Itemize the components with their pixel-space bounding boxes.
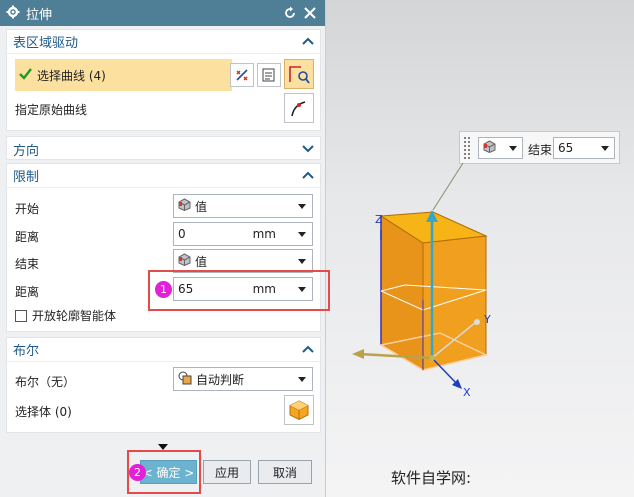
chevron-down-icon[interactable] [302,142,314,157]
chevron-down-icon [601,146,609,151]
value-cube-icon [483,140,496,156]
start-value: 值 [195,199,208,214]
section-title-boolean: 布尔 [13,344,40,359]
distance1-unit: mm [252,227,276,241]
chevron-down-icon [298,204,306,209]
section-title-limits: 限制 [13,170,40,185]
extrude-dialog: 拉伸 表区域驱动 选择曲线 (4) 指定原始曲线 方向 限制 开始 值 距离 0… [0,0,326,497]
specify-original-curve-label: 指定原始曲线 [15,103,88,117]
badge-2-text: 2 [134,466,141,479]
chevron-up-icon[interactable] [302,34,314,49]
distance2-label: 距离 [15,285,40,299]
reset-icon[interactable] [281,4,299,22]
curve-select-icon[interactable] [284,59,314,89]
select-body-button[interactable] [284,395,314,425]
axis-label-z: Z [375,213,383,226]
section-direction: 方向 [6,136,321,160]
apply-button-label: 应用 [214,465,239,480]
chevron-up-icon[interactable] [302,342,314,357]
boolean-infer-icon [178,371,192,388]
value-cube-icon [178,198,191,214]
checkmark-icon [19,67,32,83]
select-curve-label: 选择曲线 (4) [37,68,106,83]
chevron-up-icon[interactable] [302,168,314,183]
chevron-down-icon [298,232,306,237]
section-title-region-drive: 表区域驱动 [13,36,79,51]
start-label: 开始 [15,202,40,216]
gear-icon[interactable] [6,5,20,22]
float-end-label: 结束 [528,143,553,157]
start-combo[interactable]: 值 [173,194,313,218]
dialog-title: 拉伸 [26,7,53,23]
original-curve-button[interactable] [284,93,314,123]
section-header-limits[interactable]: 限制 [7,164,320,188]
chevron-down-icon [298,259,306,264]
select-body-label: 选择体 (0) [15,405,72,419]
section-header-region-drive[interactable]: 表区域驱动 [7,30,320,54]
grip-handle[interactable] [463,135,471,160]
distance1-input[interactable]: 0 mm [173,222,313,246]
boolean-combo[interactable]: 自动判断 [173,367,313,391]
boolean-label: 布尔（无） [15,375,76,389]
cancel-button-label: 取消 [272,465,297,480]
open-profile-checkbox[interactable] [15,309,27,322]
value-cube-icon [178,253,191,269]
sketch-section-button[interactable] [257,63,281,87]
section-title-direction: 方向 [13,143,40,159]
annotation-badge-2: 2 [129,464,146,481]
annotation-box-distance [148,270,330,311]
float-end-value: 65 [558,141,574,155]
badge-1-text: 1 [160,283,167,296]
end-value: 值 [195,254,208,269]
leader-line [432,162,464,211]
boolean-value: 自动判断 [196,372,245,387]
curve-rule-button[interactable] [230,63,254,87]
watermark-text: 软件自学网: [391,469,472,487]
end-label: 结束 [15,257,40,271]
close-icon[interactable] [301,4,319,22]
section-region-drive: 表区域驱动 选择曲线 (4) 指定原始曲线 [6,29,321,131]
extruded-solid [378,211,489,371]
chevron-down-icon [509,146,517,151]
dialog-titlebar: 拉伸 [0,0,325,26]
select-curve-row[interactable]: 选择曲线 (4) [15,59,232,91]
coordinate-axes [352,210,480,389]
section-header-boolean[interactable]: 布尔 [7,338,320,362]
section-header-direction[interactable]: 方向 [7,137,320,161]
open-profile-label: 开放轮廓智能体 [32,309,117,323]
float-end-input[interactable]: 65 [553,137,615,159]
axis-label-x: X [463,386,471,399]
distance1-value: 0 [178,227,186,241]
float-type-combo[interactable] [478,137,523,159]
chevron-down-icon [298,377,306,382]
axis-label-y: Y [484,313,491,326]
cancel-button[interactable]: 取消 [258,460,312,484]
distance1-label: 距离 [15,230,40,244]
section-boolean: 布尔 布尔（无） 自动判断 选择体 (0) [6,337,321,433]
apply-button[interactable]: 应用 [203,460,251,484]
annotation-badge-1: 1 [155,281,172,298]
floating-end-toolbar: 结束 65 [459,131,620,164]
